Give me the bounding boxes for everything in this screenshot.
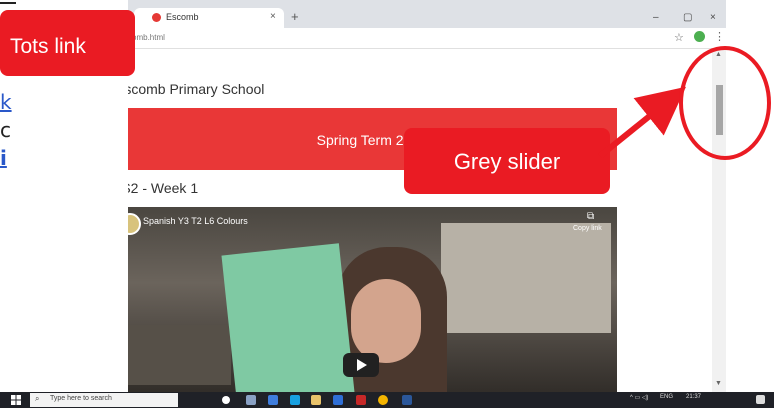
copy-icon[interactable]: ⧉ (587, 211, 594, 222)
mail-icon[interactable] (333, 395, 343, 405)
taskbar-app-icon[interactable] (268, 395, 278, 405)
tab-escomb[interactable]: Escomb × (134, 8, 284, 28)
video-player[interactable]: Spanish Y3 T2 L6 Colours ⧉ Copy link (128, 207, 617, 392)
tray-icons[interactable]: ^ ▭ ◁) (630, 394, 648, 401)
play-button[interactable] (343, 353, 379, 377)
week-title: KS2 - Week 1 (128, 180, 199, 196)
window-close-button[interactable]: × (710, 12, 716, 23)
dash-mark (0, 2, 16, 4)
maximize-button[interactable]: ▢ (683, 12, 692, 23)
bookmark-star-icon[interactable]: ☆ (674, 31, 684, 44)
extension-icon[interactable] (694, 31, 705, 42)
address-bar[interactable]: comb.html ☆ ⋮ (128, 28, 726, 49)
cortana-icon[interactable] (222, 396, 230, 404)
taskbar: ⌕ Type here to search ^ ▭ ◁) ENG 21:37 (0, 392, 774, 408)
chrome-icon[interactable] (378, 395, 388, 405)
grey-slider-callout: Grey slider (404, 128, 610, 194)
language-indicator[interactable]: ENG (660, 394, 673, 400)
grey-slider-callout-label: Grey slider (453, 149, 561, 174)
windows-start-icon[interactable] (11, 395, 21, 405)
video-shelf-area (128, 325, 231, 385)
tots-link-callout-label: Tots link (10, 35, 86, 58)
play-icon (357, 359, 367, 371)
tab-bar: Escomb × + – ▢ × (128, 0, 726, 28)
site-title: Escomb Primary School (128, 81, 265, 97)
page-viewport: Escomb Primary School Spring Term 20 KS2… (128, 49, 712, 392)
link-fragment[interactable]: k c i (0, 88, 12, 172)
word-icon[interactable] (402, 395, 412, 405)
scrollbar[interactable]: ▲ ▼ (712, 49, 726, 392)
copy-link-label[interactable]: Copy link (573, 225, 602, 232)
video-window-area (441, 223, 611, 333)
taskbar-search-input[interactable]: ⌕ Type here to search (30, 393, 178, 407)
scroll-down-icon[interactable]: ▼ (715, 380, 722, 387)
new-tab-button[interactable]: + (291, 9, 299, 24)
video-green-card (221, 243, 355, 392)
task-view-icon[interactable] (246, 395, 256, 405)
notification-icon[interactable] (756, 395, 765, 404)
video-title[interactable]: Spanish Y3 T2 L6 Colours (143, 216, 248, 226)
edge-icon[interactable] (290, 395, 300, 405)
fragment-char-3[interactable]: i (0, 144, 12, 172)
scrollbar-thumb[interactable] (716, 85, 723, 135)
browser-window: Escomb × + – ▢ × comb.html ☆ ⋮ Escomb Pr… (128, 0, 726, 392)
tab-title: Escomb (166, 12, 199, 22)
clock[interactable]: 21:37 (686, 394, 701, 400)
favicon-icon (152, 13, 161, 22)
fragment-char-2: c (0, 118, 11, 142)
search-icon: ⌕ (35, 394, 40, 403)
video-presenter-face (351, 279, 421, 363)
minimize-button[interactable]: – (653, 12, 659, 23)
fragment-char-1[interactable]: k (0, 88, 12, 116)
tots-link-callout: Tots link (0, 10, 135, 76)
scroll-up-icon[interactable]: ▲ (715, 51, 722, 58)
tab-close-icon[interactable]: × (270, 11, 276, 22)
menu-icon[interactable]: ⋮ (714, 30, 725, 43)
office-icon[interactable] (356, 395, 366, 405)
file-explorer-icon[interactable] (311, 395, 321, 405)
taskbar-search-placeholder: Type here to search (50, 395, 112, 402)
